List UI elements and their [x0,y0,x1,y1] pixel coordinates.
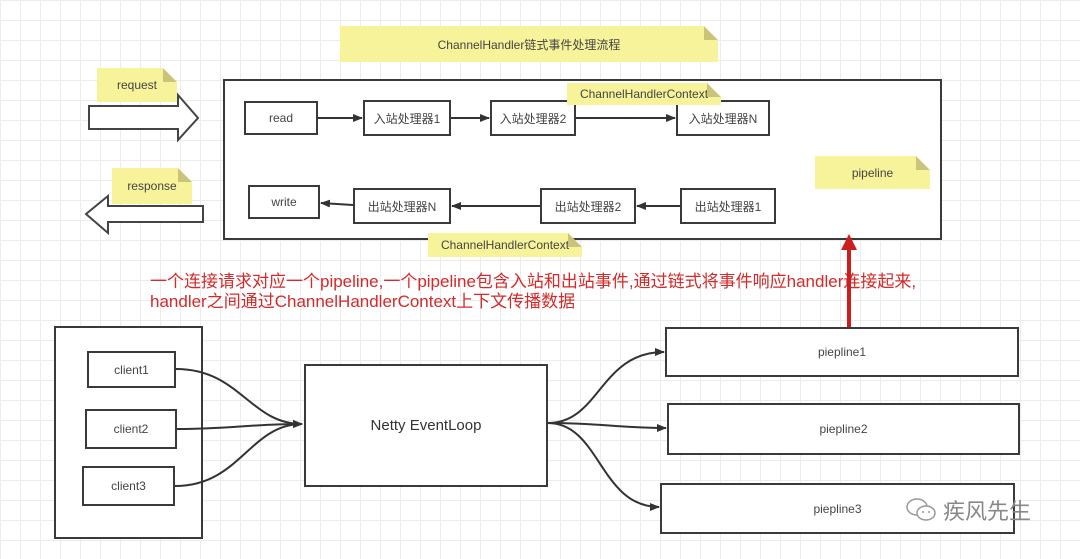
note-fold [178,168,192,182]
client-2-label: client2 [113,422,149,436]
curve-eventloop-to-pipeline1 [547,348,665,424]
client-3-box: client3 [82,466,175,506]
read-box: read [244,101,318,135]
inbound-handler-2: 入站处理器2 [490,100,576,136]
context-note-text: ChannelHandlerContext [440,238,570,252]
client-3-label: client3 [111,479,146,493]
client-1-label: client1 [114,362,149,377]
inbound-handler-1-label: 入站处理器1 [373,111,441,126]
event-loop-box: Netty EventLoop [304,364,548,487]
watermark-text: 疾风先生 [943,500,1032,525]
inbound-handler-n-label: 入站处理器N [688,111,758,126]
request-note: request [97,68,177,102]
response-note-text: response [127,179,177,193]
annotation-line-1: 一个连接请求对应一个pipeline,一个pipeline包含入站和出站事件,通… [150,272,917,291]
event-loop-label: Netty EventLoop [370,417,482,434]
outbound-handler-2: 出站处理器2 [540,188,636,224]
outbound-handler-1-label: 出站处理器1 [694,199,762,214]
pipeline-note: pipeline [815,156,930,189]
outbound-handler-n: 出站处理器N [353,188,451,224]
note-fold [163,68,177,82]
curve-eventloop-to-pipeline3 [547,422,660,511]
context-note-inbound: ChannelHandlerContext [567,83,721,105]
annotation-line-2: handler之间通过ChannelHandlerContext上下文传播数据 [150,292,576,311]
response-note: response [112,168,192,204]
pipeline-2-box: piepline2 [667,403,1020,455]
inbound-handler-n: 入站处理器N [676,100,770,136]
outbound-handler-2-label: 出站处理器2 [554,199,622,214]
context-note-text: ChannelHandlerContext [579,87,709,101]
pipeline-note-text: pipeline [851,165,894,180]
title-note: ChannelHandler链式事件处理流程 [340,26,718,62]
outbound-handler-n-label: 出站处理器N [367,199,437,214]
wechat-icon [906,498,936,521]
curve-eventloop-to-pipeline2 [547,422,667,432]
note-fold [704,26,718,40]
client-1-box: client1 [87,351,176,388]
pipeline-3-label: piepline3 [813,501,862,516]
pipeline-2-label: piepline2 [819,422,868,436]
request-note-text: request [116,78,158,92]
inbound-handler-1: 入站处理器1 [363,100,451,136]
pipeline-1-box: piepline1 [665,327,1019,377]
inbound-handler-2-label: 入站处理器2 [499,111,567,126]
outbound-handler-1: 出站处理器1 [680,188,776,224]
client-2-box: client2 [85,409,177,449]
context-note-outbound: ChannelHandlerContext [428,233,582,257]
write-label: write [271,195,297,209]
pipeline-1-label: piepline1 [817,345,867,359]
write-box: write [248,185,320,219]
title-note-text: ChannelHandler链式事件处理流程 [437,37,621,52]
watermark: 疾风先生 [905,494,1031,526]
read-label: read [268,111,294,125]
